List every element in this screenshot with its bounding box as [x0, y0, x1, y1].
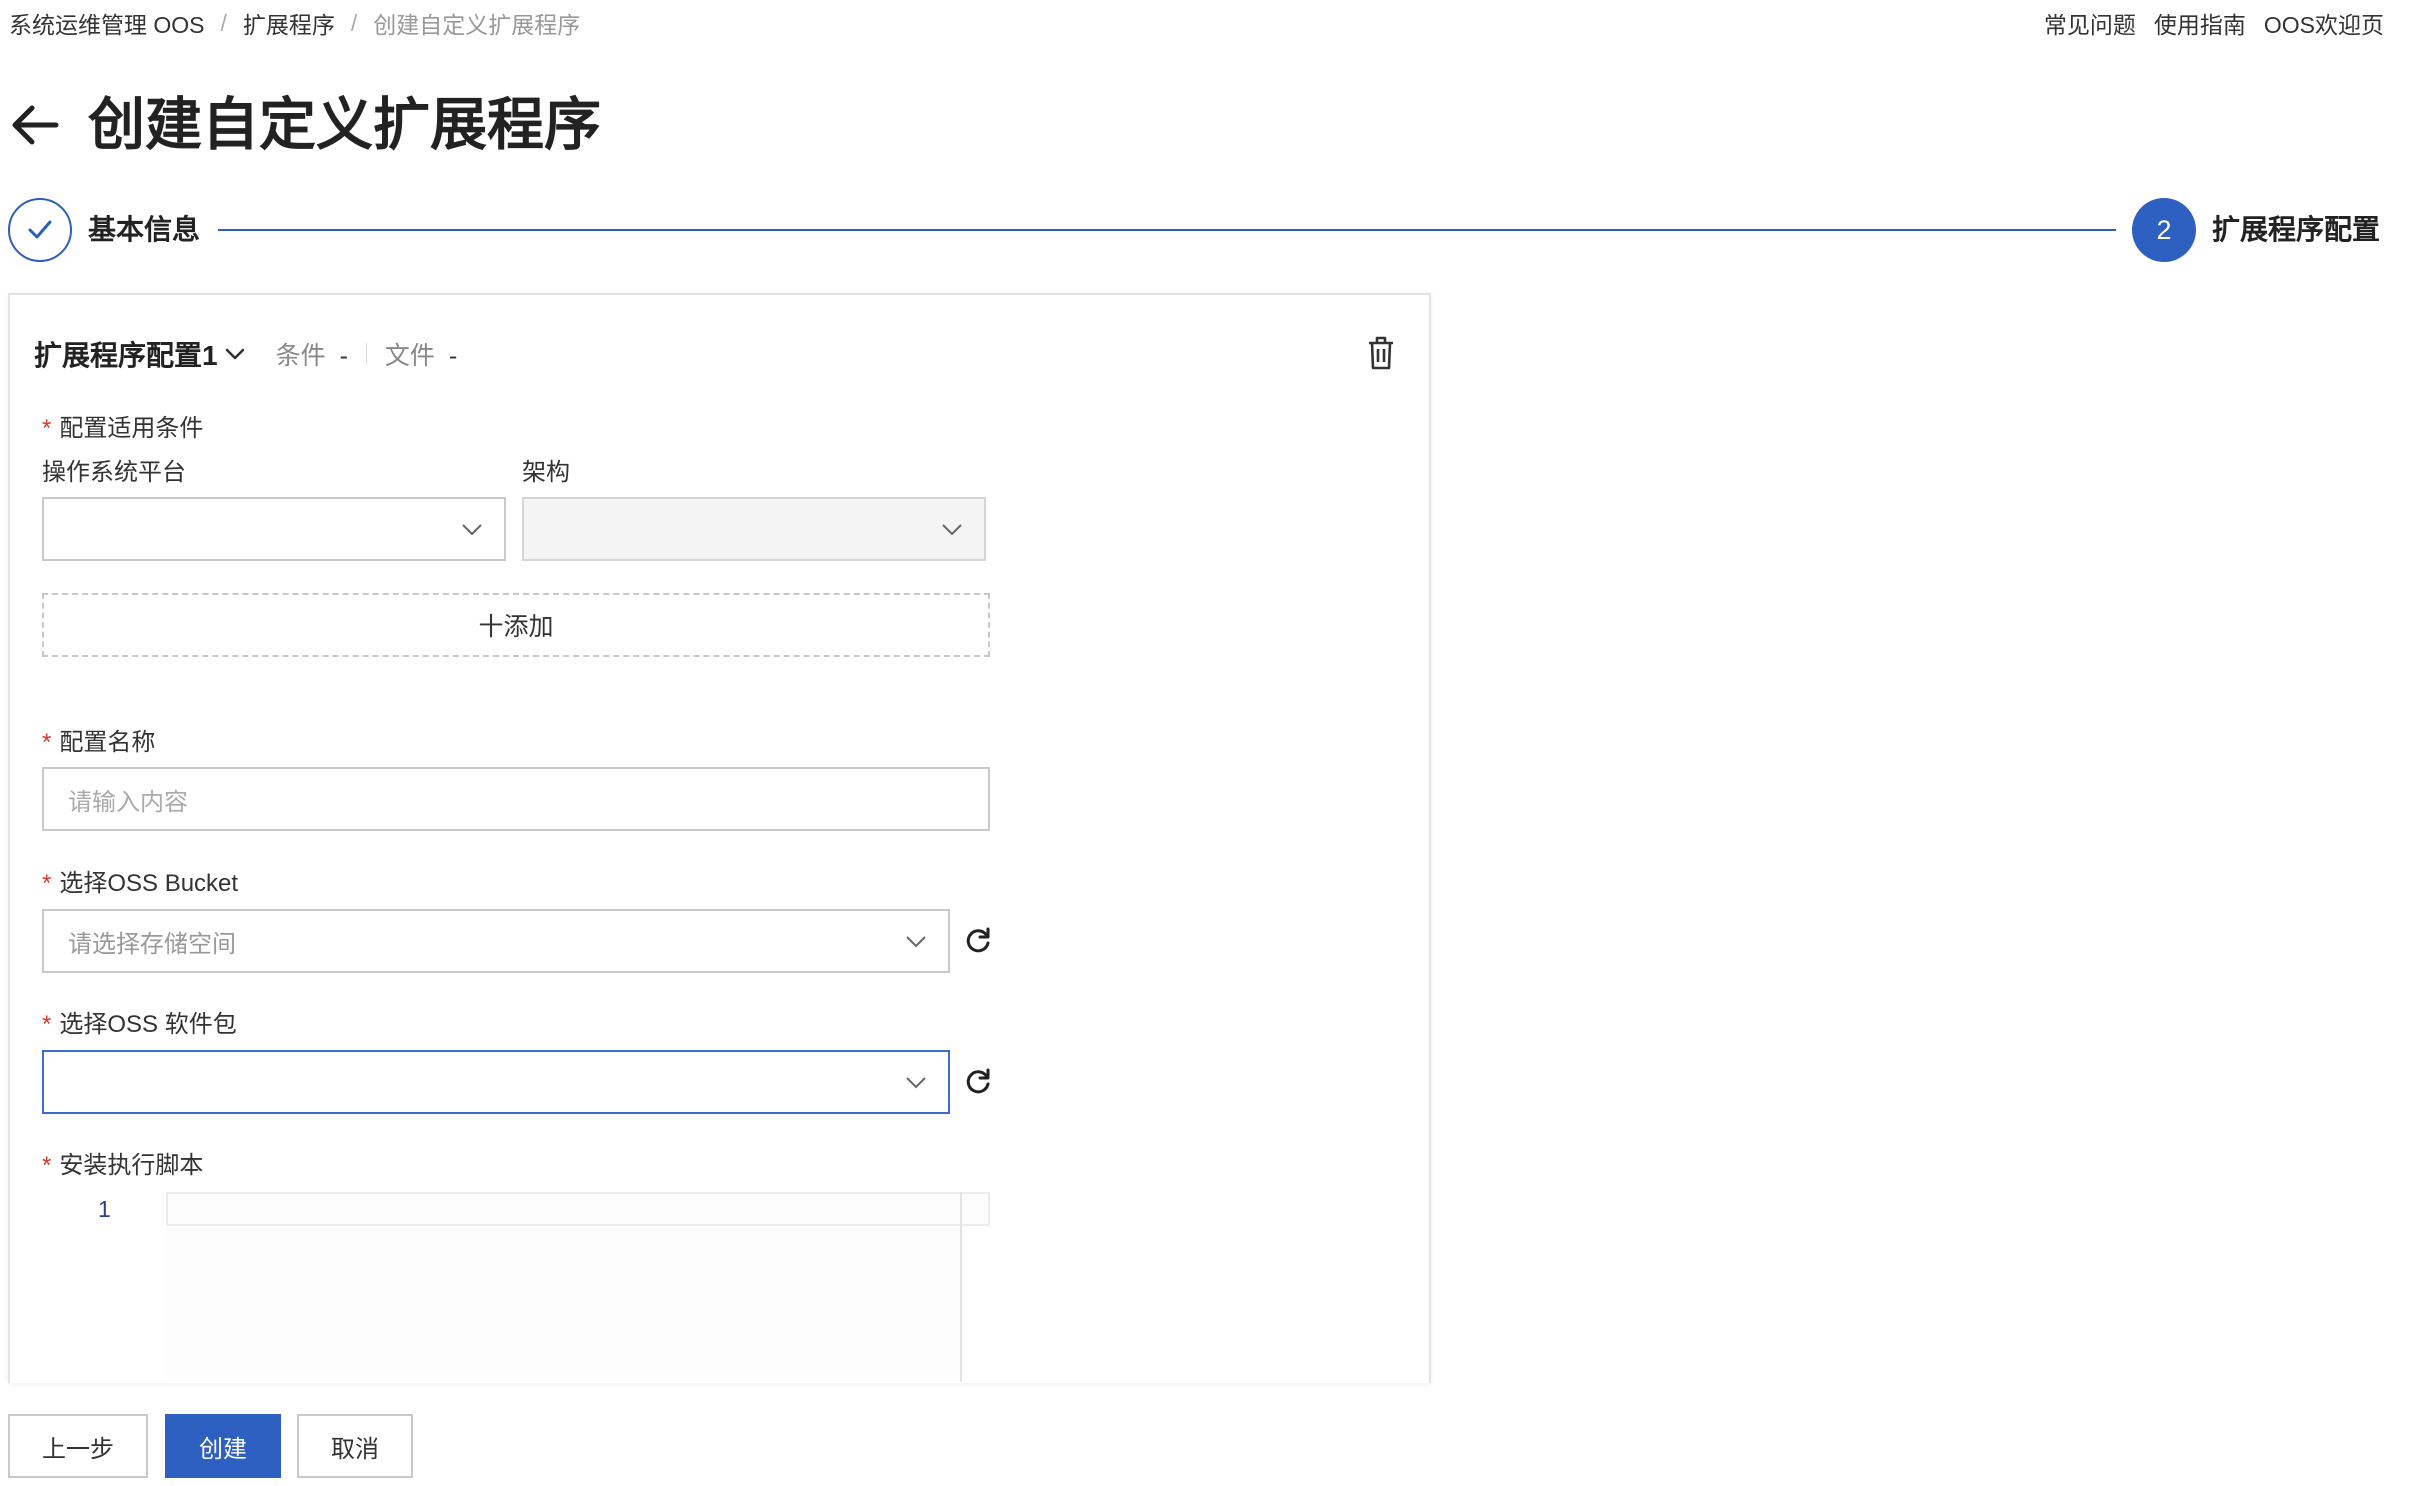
cancel-button[interactable]: 取消	[297, 1414, 413, 1478]
editor-active-line[interactable]	[166, 1192, 990, 1226]
breadcrumb-item-current: 创建自定义扩展程序	[373, 12, 581, 38]
file-label: 文件	[384, 342, 435, 370]
bucket-placeholder: 请选择存储空间	[68, 930, 236, 958]
chevron-down-icon	[906, 1077, 926, 1089]
step-1-indicator	[8, 198, 72, 262]
required-mark: *	[42, 415, 52, 442]
conditions-label: * 配置适用条件	[42, 413, 203, 445]
script-label: * 安装执行脚本	[42, 1150, 203, 1182]
step-connector	[218, 229, 2116, 231]
breadcrumb-item-oos[interactable]: 系统运维管理 OOS	[9, 6, 205, 40]
os-platform-label: 操作系统平台	[42, 459, 186, 486]
create-button[interactable]: 创建	[165, 1414, 281, 1478]
script-editor[interactable]	[166, 1226, 960, 1382]
config-name-label: * 配置名称	[42, 727, 155, 759]
step-1-label: 基本信息	[88, 214, 201, 245]
breadcrumb: 系统运维管理 OOS / 扩展程序 / 创建自定义扩展程序	[9, 6, 580, 40]
refresh-icon[interactable]	[963, 1067, 993, 1097]
bucket-label-text: 选择OSS Bucket	[59, 870, 239, 897]
package-select[interactable]	[42, 1050, 950, 1114]
editor-line-number: 1	[98, 1196, 111, 1222]
bucket-label: * 选择OSS Bucket	[42, 868, 238, 900]
required-mark: *	[42, 729, 52, 756]
os-platform-select[interactable]	[42, 497, 506, 561]
chevron-down-icon	[906, 936, 926, 948]
prev-step-button[interactable]: 上一步	[8, 1414, 148, 1478]
editor-ruler	[960, 1192, 962, 1382]
header-links: 常见问题 使用指南 OOS欢迎页	[2044, 6, 2384, 40]
step-2-indicator: 2	[2132, 198, 2196, 262]
check-icon	[28, 220, 52, 239]
required-mark: *	[42, 1011, 52, 1038]
breadcrumb-separator: /	[350, 9, 358, 36]
file-meta: 文件 -	[385, 336, 457, 372]
step-2-label: 扩展程序配置	[2212, 214, 2381, 245]
chevron-down-icon	[462, 524, 482, 536]
back-arrow-icon[interactable]	[6, 96, 64, 154]
required-mark: *	[42, 1152, 52, 1179]
package-label-text: 选择OSS 软件包	[59, 1011, 237, 1038]
arch-label: 架构	[522, 459, 570, 486]
divider	[365, 343, 367, 365]
trash-icon[interactable]	[1364, 334, 1398, 372]
refresh-icon[interactable]	[963, 926, 993, 956]
chevron-down-icon	[942, 524, 962, 536]
package-label: * 选择OSS 软件包	[42, 1009, 237, 1041]
page-title: 创建自定义扩展程序	[88, 93, 601, 157]
condition-value: -	[339, 342, 348, 370]
conditions-label-text: 配置适用条件	[59, 415, 204, 442]
config-name-input[interactable]: 请输入内容	[42, 767, 990, 831]
arch-select[interactable]	[522, 497, 986, 561]
script-label-text: 安装执行脚本	[59, 1152, 204, 1179]
condition-label: 条件	[275, 342, 326, 370]
file-value: -	[448, 342, 458, 370]
breadcrumb-item-extensions[interactable]: 扩展程序	[243, 6, 335, 40]
condition-meta: 条件 -	[276, 336, 348, 372]
config-card-header: 扩展程序配置1 条件 - 文件 -	[34, 334, 457, 374]
welcome-link[interactable]: OOS欢迎页	[2264, 6, 2384, 40]
required-mark: *	[42, 870, 52, 897]
faq-link[interactable]: 常见问题	[2044, 6, 2136, 40]
config-title[interactable]: 扩展程序配置1	[34, 334, 218, 374]
breadcrumb-separator: /	[220, 9, 227, 36]
guide-link[interactable]: 使用指南	[2154, 6, 2246, 40]
bucket-select[interactable]: 请选择存储空间	[42, 909, 950, 973]
add-condition-button[interactable]: 十添加	[42, 593, 990, 657]
config-name-label-text: 配置名称	[59, 729, 156, 756]
chevron-down-icon[interactable]	[224, 343, 246, 365]
